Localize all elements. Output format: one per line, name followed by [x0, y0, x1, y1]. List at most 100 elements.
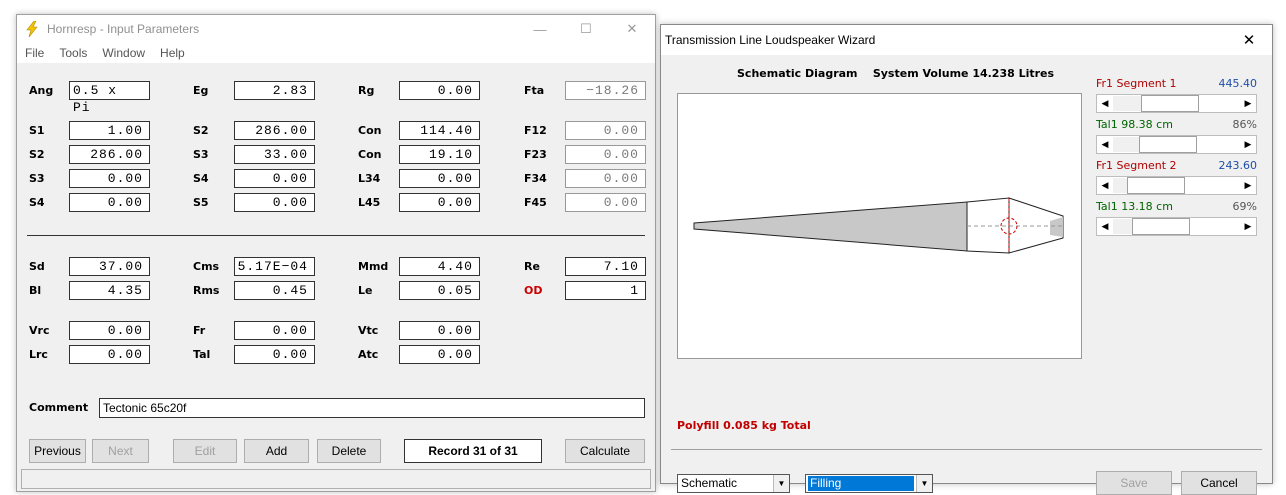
- tal-field[interactable]: 0.00: [234, 345, 315, 364]
- transmission-line-schematic: [693, 197, 1064, 254]
- calculate-button[interactable]: Calculate: [565, 439, 645, 463]
- scroll-left-arrow-icon[interactable]: ◀: [1097, 95, 1113, 112]
- cancel-button[interactable]: Cancel: [1181, 471, 1257, 495]
- con-field[interactable]: 114.40: [399, 121, 480, 140]
- eg-label: Eg: [193, 84, 209, 97]
- input-parameters-window: Hornresp - Input Parameters — ☐ ✕ File T…: [16, 14, 656, 492]
- delete-button[interactable]: Delete: [317, 439, 381, 463]
- lrc-field[interactable]: 0.00: [69, 345, 150, 364]
- s5-field[interactable]: 0.00: [234, 193, 315, 212]
- con-field[interactable]: 19.10: [399, 145, 480, 164]
- scroll-thumb[interactable]: [1132, 218, 1190, 235]
- s3-label: S3: [193, 148, 209, 161]
- vrc-field[interactable]: 0.00: [69, 321, 150, 340]
- s2-field[interactable]: 286.00: [69, 145, 150, 164]
- f23-field: 0.00: [565, 145, 646, 164]
- line-segment-1-filled: [693, 201, 968, 252]
- transmission-line-wizard-window: Transmission Line Loudspeaker Wizard ✕ S…: [660, 24, 1273, 495]
- title-bar[interactable]: Transmission Line Loudspeaker Wizard ✕: [661, 25, 1272, 55]
- add-button[interactable]: Add: [244, 439, 309, 463]
- view-select[interactable]: Schematic ▼: [677, 474, 790, 493]
- scroll-left-arrow-icon[interactable]: ◀: [1097, 218, 1113, 235]
- chevron-down-icon[interactable]: ▼: [773, 475, 789, 492]
- segment2-label: Fr1 Segment 2: [1096, 159, 1177, 172]
- scroll-thumb[interactable]: [1139, 136, 1197, 153]
- mode-select[interactable]: Filling ▼: [805, 474, 933, 493]
- menu-file[interactable]: File: [17, 46, 51, 60]
- menu-bar: File Tools Window Help: [17, 43, 655, 63]
- fr-field[interactable]: 0.00: [234, 321, 315, 340]
- title-bar[interactable]: Hornresp - Input Parameters — ☐ ✕: [17, 15, 655, 43]
- mmd-label: Mmd: [358, 260, 389, 273]
- vtc-label: Vtc: [358, 324, 379, 337]
- tal1-percent-2: 69%: [1232, 200, 1257, 213]
- minimize-button[interactable]: —: [517, 15, 563, 43]
- bl-label: Bl: [29, 284, 42, 297]
- chevron-down-icon[interactable]: ▼: [916, 475, 932, 492]
- segment2-value: 243.60: [1218, 159, 1258, 172]
- atc-field[interactable]: 0.00: [399, 345, 480, 364]
- f12-field: 0.00: [565, 121, 646, 140]
- scroll-right-arrow-icon[interactable]: ▶: [1240, 136, 1256, 153]
- s4-label: S4: [29, 196, 45, 209]
- atc-label: Atc: [358, 348, 379, 361]
- tal1-length-label-2: Tal1 13.18 cm: [1096, 200, 1173, 213]
- s1-field[interactable]: 1.00: [69, 121, 150, 140]
- segment2-scrollbar[interactable]: ◀ ▶: [1096, 176, 1257, 195]
- maximize-button[interactable]: ☐: [563, 15, 609, 43]
- mmd-field[interactable]: 4.40: [399, 257, 480, 276]
- ang-field[interactable]: 0.5 x Pi: [69, 81, 150, 115]
- cms-field[interactable]: 5.17E−04: [234, 257, 315, 276]
- next-button[interactable]: Next: [92, 439, 149, 463]
- divider: [671, 449, 1262, 450]
- close-button[interactable]: ✕: [1226, 25, 1272, 55]
- bl-field[interactable]: 4.35: [69, 281, 150, 300]
- tal1-scrollbar[interactable]: ◀ ▶: [1096, 135, 1257, 154]
- s2-field[interactable]: 286.00: [234, 121, 315, 140]
- s4-field[interactable]: 0.00: [234, 169, 315, 188]
- divider: [27, 235, 645, 236]
- scroll-thumb[interactable]: [1127, 177, 1185, 194]
- scroll-track[interactable]: [1113, 137, 1139, 152]
- l45-field[interactable]: 0.00: [399, 193, 480, 212]
- close-button[interactable]: ✕: [609, 15, 655, 43]
- s2-label: S2: [193, 124, 209, 137]
- s3-field[interactable]: 33.00: [234, 145, 315, 164]
- tal1-percent: 86%: [1232, 118, 1257, 131]
- view-select-value: Schematic: [681, 476, 738, 490]
- save-button[interactable]: Save: [1096, 471, 1172, 495]
- rg-field[interactable]: 0.00: [399, 81, 480, 100]
- scroll-right-arrow-icon[interactable]: ▶: [1240, 177, 1256, 194]
- segment1-scrollbar[interactable]: ◀ ▶: [1096, 94, 1257, 113]
- menu-window[interactable]: Window: [94, 46, 152, 60]
- od-field[interactable]: 1: [565, 281, 646, 300]
- window-title: Transmission Line Loudspeaker Wizard: [665, 33, 876, 47]
- scroll-right-arrow-icon[interactable]: ▶: [1240, 95, 1256, 112]
- scroll-left-arrow-icon[interactable]: ◀: [1097, 136, 1113, 153]
- re-field[interactable]: 7.10: [565, 257, 646, 276]
- l34-field[interactable]: 0.00: [399, 169, 480, 188]
- scroll-left-arrow-icon[interactable]: ◀: [1097, 177, 1113, 194]
- previous-button[interactable]: Previous: [29, 439, 86, 463]
- edit-button[interactable]: Edit: [173, 439, 237, 463]
- schematic-diagram: [677, 93, 1082, 359]
- scroll-track[interactable]: [1113, 96, 1141, 111]
- comment-field[interactable]: Tectonic 65c20f: [99, 398, 645, 418]
- tal1-scrollbar-2[interactable]: ◀ ▶: [1096, 217, 1257, 236]
- eg-field[interactable]: 2.83: [234, 81, 315, 100]
- scroll-thumb[interactable]: [1141, 95, 1199, 112]
- scroll-track[interactable]: [1113, 219, 1132, 234]
- od-label[interactable]: OD: [524, 284, 542, 297]
- scroll-right-arrow-icon[interactable]: ▶: [1240, 218, 1256, 235]
- s4-field[interactable]: 0.00: [69, 193, 150, 212]
- l45-label: L45: [358, 196, 381, 209]
- vtc-field[interactable]: 0.00: [399, 321, 480, 340]
- con-label: Con: [358, 124, 382, 137]
- scroll-track[interactable]: [1113, 178, 1127, 193]
- menu-tools[interactable]: Tools: [51, 46, 94, 60]
- s3-field[interactable]: 0.00: [69, 169, 150, 188]
- menu-help[interactable]: Help: [152, 46, 192, 60]
- rms-field[interactable]: 0.45: [234, 281, 315, 300]
- sd-field[interactable]: 37.00: [69, 257, 150, 276]
- le-field[interactable]: 0.05: [399, 281, 480, 300]
